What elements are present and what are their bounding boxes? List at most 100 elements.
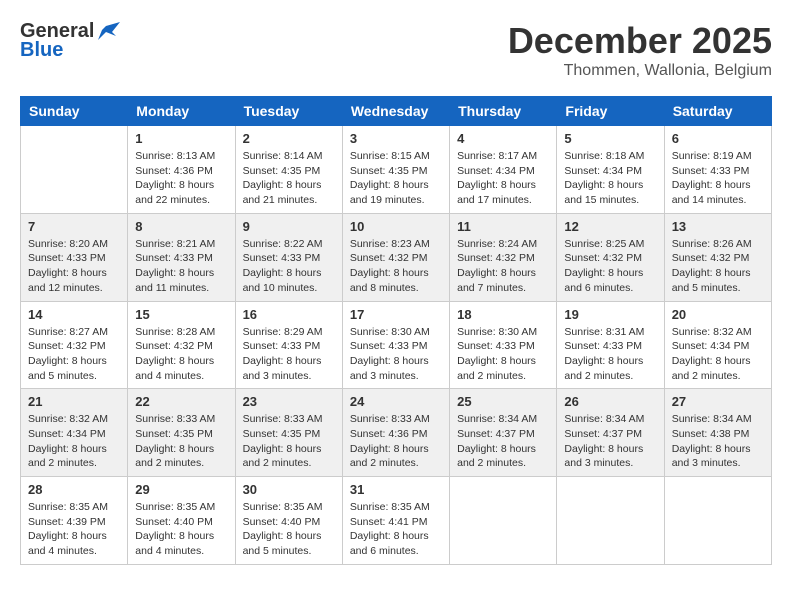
- day-info: Sunrise: 8:27 AMSunset: 4:32 PMDaylight:…: [28, 325, 120, 384]
- calendar-day-cell: 28 Sunrise: 8:35 AMSunset: 4:39 PMDayligh…: [21, 477, 128, 565]
- day-number: 14: [28, 307, 120, 322]
- calendar-day-cell: 27 Sunrise: 8:34 AMSunset: 4:38 PMDayligh…: [664, 389, 771, 477]
- calendar-week-row: 1Sunrise: 8:13 AMSunset: 4:36 PMDaylight…: [21, 126, 772, 214]
- calendar-day-cell: [21, 126, 128, 214]
- calendar-day-cell: 23 Sunrise: 8:33 AMSunset: 4:35 PMDayligh…: [235, 389, 342, 477]
- day-number: 15: [135, 307, 227, 322]
- day-number: 2: [243, 131, 335, 146]
- day-number: 17: [350, 307, 442, 322]
- day-number: 5: [564, 131, 656, 146]
- day-number: 26: [564, 394, 656, 409]
- calendar-day-cell: [557, 477, 664, 565]
- calendar-day-cell: 14 Sunrise: 8:27 AMSunset: 4:32 PMDayligh…: [21, 301, 128, 389]
- day-info: Sunrise: 8:25 AMSunset: 4:32 PMDaylight:…: [564, 237, 656, 296]
- day-number: 27: [672, 394, 764, 409]
- day-info: Sunrise: 8:35 AMSunset: 4:39 PMDaylight:…: [28, 500, 120, 559]
- calendar-week-row: 14 Sunrise: 8:27 AMSunset: 4:32 PMDayligh…: [21, 301, 772, 389]
- day-info: Sunrise: 8:32 AMSunset: 4:34 PMDaylight:…: [672, 325, 764, 384]
- calendar-day-cell: 17Sunrise: 8:30 AMSunset: 4:33 PMDayligh…: [342, 301, 449, 389]
- day-number: 3: [350, 131, 442, 146]
- day-info: Sunrise: 8:20 AMSunset: 4:33 PMDaylight:…: [28, 237, 120, 296]
- day-info: Sunrise: 8:35 AMSunset: 4:40 PMDaylight:…: [243, 500, 335, 559]
- calendar-week-row: 28 Sunrise: 8:35 AMSunset: 4:39 PMDayligh…: [21, 477, 772, 565]
- calendar-day-cell: 22 Sunrise: 8:33 AMSunset: 4:35 PMDayligh…: [128, 389, 235, 477]
- calendar-week-row: 21 Sunrise: 8:32 AMSunset: 4:34 PMDayligh…: [21, 389, 772, 477]
- day-number: 19: [564, 307, 656, 322]
- calendar-day-cell: 26 Sunrise: 8:34 AMSunset: 4:37 PMDayligh…: [557, 389, 664, 477]
- day-number: 28: [28, 482, 120, 497]
- day-info: Sunrise: 8:17 AMSunset: 4:34 PMDaylight:…: [457, 149, 549, 208]
- calendar-day-cell: 25 Sunrise: 8:34 AMSunset: 4:37 PMDayligh…: [450, 389, 557, 477]
- day-number: 4: [457, 131, 549, 146]
- calendar-day-cell: [664, 477, 771, 565]
- day-info: Sunrise: 8:13 AMSunset: 4:36 PMDaylight:…: [135, 149, 227, 208]
- day-number: 8: [135, 219, 227, 234]
- calendar-day-cell: 3 Sunrise: 8:15 AMSunset: 4:35 PMDaylight…: [342, 126, 449, 214]
- day-number: 7: [28, 219, 120, 234]
- day-info: Sunrise: 8:33 AMSunset: 4:35 PMDaylight:…: [243, 412, 335, 471]
- day-info: Sunrise: 8:28 AMSunset: 4:32 PMDaylight:…: [135, 325, 227, 384]
- day-info: Sunrise: 8:32 AMSunset: 4:34 PMDaylight:…: [28, 412, 120, 471]
- day-info: Sunrise: 8:30 AMSunset: 4:33 PMDaylight:…: [457, 325, 549, 384]
- calendar-day-cell: 18 Sunrise: 8:30 AMSunset: 4:33 PMDayligh…: [450, 301, 557, 389]
- calendar-day-cell: 12 Sunrise: 8:25 AMSunset: 4:32 PMDayligh…: [557, 213, 664, 301]
- calendar-day-cell: 19 Sunrise: 8:31 AMSunset: 4:33 PMDayligh…: [557, 301, 664, 389]
- calendar-day-cell: 4 Sunrise: 8:17 AMSunset: 4:34 PMDaylight…: [450, 126, 557, 214]
- day-number: 24: [350, 394, 442, 409]
- calendar-day-cell: 9 Sunrise: 8:22 AMSunset: 4:33 PMDaylight…: [235, 213, 342, 301]
- calendar-day-cell: 11Sunrise: 8:24 AMSunset: 4:32 PMDayligh…: [450, 213, 557, 301]
- logo-bird-icon: [98, 22, 120, 42]
- day-number: 16: [243, 307, 335, 322]
- day-number: 10: [350, 219, 442, 234]
- day-of-week-header: Sunday: [21, 97, 128, 126]
- day-info: Sunrise: 8:29 AMSunset: 4:33 PMDaylight:…: [243, 325, 335, 384]
- day-number: 30: [243, 482, 335, 497]
- day-of-week-header: Friday: [557, 97, 664, 126]
- calendar-day-cell: 2 Sunrise: 8:14 AMSunset: 4:35 PMDaylight…: [235, 126, 342, 214]
- day-info: Sunrise: 8:26 AMSunset: 4:32 PMDaylight:…: [672, 237, 764, 296]
- day-number: 31: [350, 482, 442, 497]
- day-info: Sunrise: 8:34 AMSunset: 4:38 PMDaylight:…: [672, 412, 764, 471]
- day-info: Sunrise: 8:15 AMSunset: 4:35 PMDaylight:…: [350, 149, 442, 208]
- day-info: Sunrise: 8:34 AMSunset: 4:37 PMDaylight:…: [564, 412, 656, 471]
- day-info: Sunrise: 8:31 AMSunset: 4:33 PMDaylight:…: [564, 325, 656, 384]
- calendar-day-cell: 6 Sunrise: 8:19 AMSunset: 4:33 PMDaylight…: [664, 126, 771, 214]
- calendar-day-cell: 21 Sunrise: 8:32 AMSunset: 4:34 PMDayligh…: [21, 389, 128, 477]
- day-number: 18: [457, 307, 549, 322]
- day-info: Sunrise: 8:14 AMSunset: 4:35 PMDaylight:…: [243, 149, 335, 208]
- day-number: 20: [672, 307, 764, 322]
- day-of-week-header: Thursday: [450, 97, 557, 126]
- calendar-day-cell: 31 Sunrise: 8:35 AMSunset: 4:41 PMDayligh…: [342, 477, 449, 565]
- day-info: Sunrise: 8:33 AMSunset: 4:36 PMDaylight:…: [350, 412, 442, 471]
- logo-blue: Blue: [20, 39, 63, 62]
- calendar-day-cell: 13Sunrise: 8:26 AMSunset: 4:32 PMDayligh…: [664, 213, 771, 301]
- day-number: 21: [28, 394, 120, 409]
- calendar-day-cell: 20 Sunrise: 8:32 AMSunset: 4:34 PMDayligh…: [664, 301, 771, 389]
- day-info: Sunrise: 8:22 AMSunset: 4:33 PMDaylight:…: [243, 237, 335, 296]
- calendar-day-cell: 29Sunrise: 8:35 AMSunset: 4:40 PMDayligh…: [128, 477, 235, 565]
- logo: General Blue: [20, 20, 120, 62]
- calendar-day-cell: 8Sunrise: 8:21 AMSunset: 4:33 PMDaylight…: [128, 213, 235, 301]
- day-info: Sunrise: 8:24 AMSunset: 4:32 PMDaylight:…: [457, 237, 549, 296]
- day-info: Sunrise: 8:35 AMSunset: 4:40 PMDaylight:…: [135, 500, 227, 559]
- day-info: Sunrise: 8:33 AMSunset: 4:35 PMDaylight:…: [135, 412, 227, 471]
- day-info: Sunrise: 8:18 AMSunset: 4:34 PMDaylight:…: [564, 149, 656, 208]
- day-number: 22: [135, 394, 227, 409]
- location-subtitle: Thommen, Wallonia, Belgium: [508, 62, 772, 80]
- header: General Blue December 2025 Thommen, Wall…: [20, 20, 772, 80]
- day-number: 23: [243, 394, 335, 409]
- day-info: Sunrise: 8:19 AMSunset: 4:33 PMDaylight:…: [672, 149, 764, 208]
- calendar-day-cell: 7 Sunrise: 8:20 AMSunset: 4:33 PMDaylight…: [21, 213, 128, 301]
- calendar-day-cell: 1Sunrise: 8:13 AMSunset: 4:36 PMDaylight…: [128, 126, 235, 214]
- day-of-week-header: Monday: [128, 97, 235, 126]
- day-info: Sunrise: 8:34 AMSunset: 4:37 PMDaylight:…: [457, 412, 549, 471]
- day-number: 9: [243, 219, 335, 234]
- day-number: 6: [672, 131, 764, 146]
- day-number: 12: [564, 219, 656, 234]
- day-info: Sunrise: 8:23 AMSunset: 4:32 PMDaylight:…: [350, 237, 442, 296]
- calendar-header-row: SundayMondayTuesdayWednesdayThursdayFrid…: [21, 97, 772, 126]
- calendar-day-cell: 24 Sunrise: 8:33 AMSunset: 4:36 PMDayligh…: [342, 389, 449, 477]
- calendar-day-cell: 15 Sunrise: 8:28 AMSunset: 4:32 PMDayligh…: [128, 301, 235, 389]
- day-number: 25: [457, 394, 549, 409]
- day-info: Sunrise: 8:35 AMSunset: 4:41 PMDaylight:…: [350, 500, 442, 559]
